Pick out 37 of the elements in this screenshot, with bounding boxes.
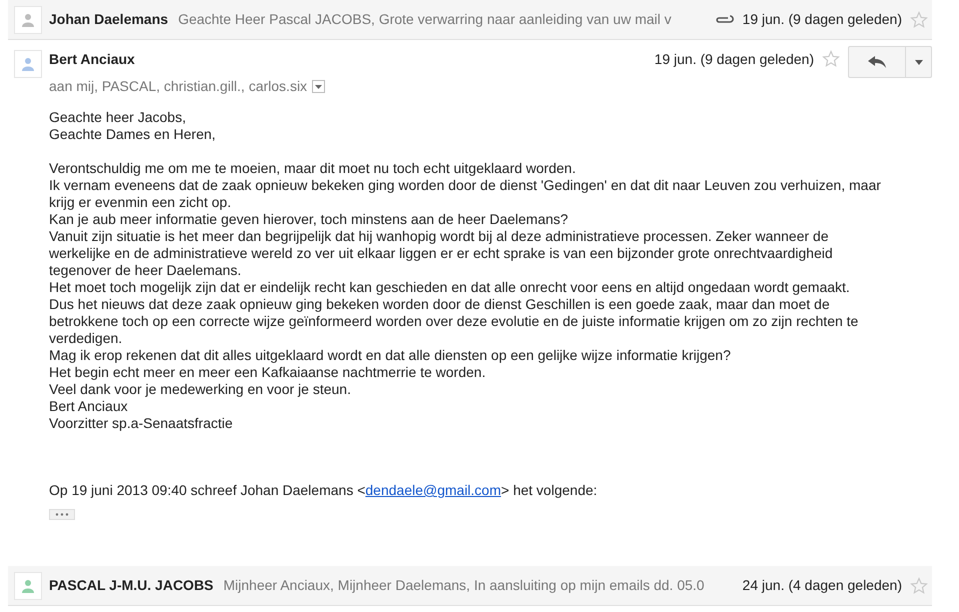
sender-name: PASCAL J-M.U. JACOBS [49,576,214,595]
sender-name: Bert Anciaux [49,50,135,68]
message-date: 19 jun. (9 dagen geleden) [654,50,814,69]
body-text: Geachte Dames en Heren, [49,126,217,143]
recipients: aan mij, PASCAL, christian.gill., carlos.six [49,77,308,96]
sender-name: Johan Daelemans [49,10,168,29]
message-snippet: Geachte Heer Pascal JACOBS, Grote verwarring naar aanleiding van uw mail v [178,10,672,29]
message-date: 19 jun. (9 dagen geleden) [742,10,902,29]
body-text: Ik vernam eveneens dat de zaak opnieuw bekeken ging worden door de dienst 'Gedingen' en dat dit naar Leuven zou verhuizen, maar krijg er evenmin een zicht op. [49,177,882,211]
body-text: Vanuit zijn situatie is het meer dan begrijpelijk dat hij wanhopig wordt bij al deze administratieve processen. Zeker wanneer de werkelijke en de administratieve wereld zo ver uit elkaar liggen er er echt sprake is van een bijzonder grote onrechtvaardigheid tegenover de heer Daelemans. [49,228,834,279]
ellipsis-icon [55,513,69,516]
body-text: Dus het nieuws dat deze zaak opnieuw ging bekeken worden door de dienst Geschillen is een goede zaak, maar dan moet de betrokkene toch op een correcte wijze geïnformeerd worden over deze evolutie en de juiste informatie krijgen om zo zijn rechten te verdedigen. [49,296,860,347]
more-button[interactable] [906,46,932,78]
reply-button[interactable] [848,46,906,78]
caret-icon [315,84,322,88]
star-icon[interactable] [910,10,928,28]
message-row[interactable]: PASCAL J-M.U. JACOBS Mijnheer Anciaux, Mijnheer Daelemans, In aansluiting op mijn emails dd. 05.0 24 jun. (4 dagen geleden) [8,566,932,606]
show-trimmed-button[interactable] [49,509,75,520]
caret-icon [914,60,922,64]
body-text: Verontschuldig me om me te moeien, maar dit moet nu toch echt uitgeklaard worden. [49,160,577,177]
body-text: Mag ik erop rekenen dat dit alles uitgeklaard wordt en dat alle diensten op een gelijke wijze informatie krijgen? [49,347,732,364]
body-text: Bert Anciaux [49,398,129,415]
message-date: 24 jun. (4 dagen geleden) [742,576,902,595]
quote-header: Op 19 juni 2013 09:40 schreef Johan Daelemans <dendaele@gmail.com> het volgende: [49,482,598,499]
body-text: Veel dank voor je medewerking en voor je steun. [49,381,352,398]
email-link[interactable]: dendaele@gmail.com [365,482,502,498]
body-text: Het moet toch mogelijk zijn dat er eindelijk recht kan geschieden en dat alle onrecht voor eens en altijd ongedaan wordt gemaakt. [49,279,851,296]
body-text: Kan je aub meer informatie geven hierover, toch minstens aan de heer Daelemans? [49,211,570,228]
body-text: Het begin echt meer en meer een Kafkaiaanse nachtmerrie te worden. [49,364,487,381]
star-icon[interactable] [822,50,840,68]
star-icon[interactable] [910,576,928,594]
details-button[interactable] [312,80,326,93]
reply-icon [868,56,886,68]
message-snippet: Mijnheer Anciaux, Mijnheer Daelemans, In aansluiting op mijn emails dd. 05.0 [223,576,706,595]
body-text: Voorzitter sp.a-Senaatsfractie [49,415,234,432]
message-row[interactable]: Johan Daelemans Geachte Heer Pascal JACOBS, Grote verwarring naar aanleiding van uw mail v 19 jun. (9 dagen geleden) [8,0,932,40]
body-text: Geachte heer Jacobs, [49,109,187,126]
